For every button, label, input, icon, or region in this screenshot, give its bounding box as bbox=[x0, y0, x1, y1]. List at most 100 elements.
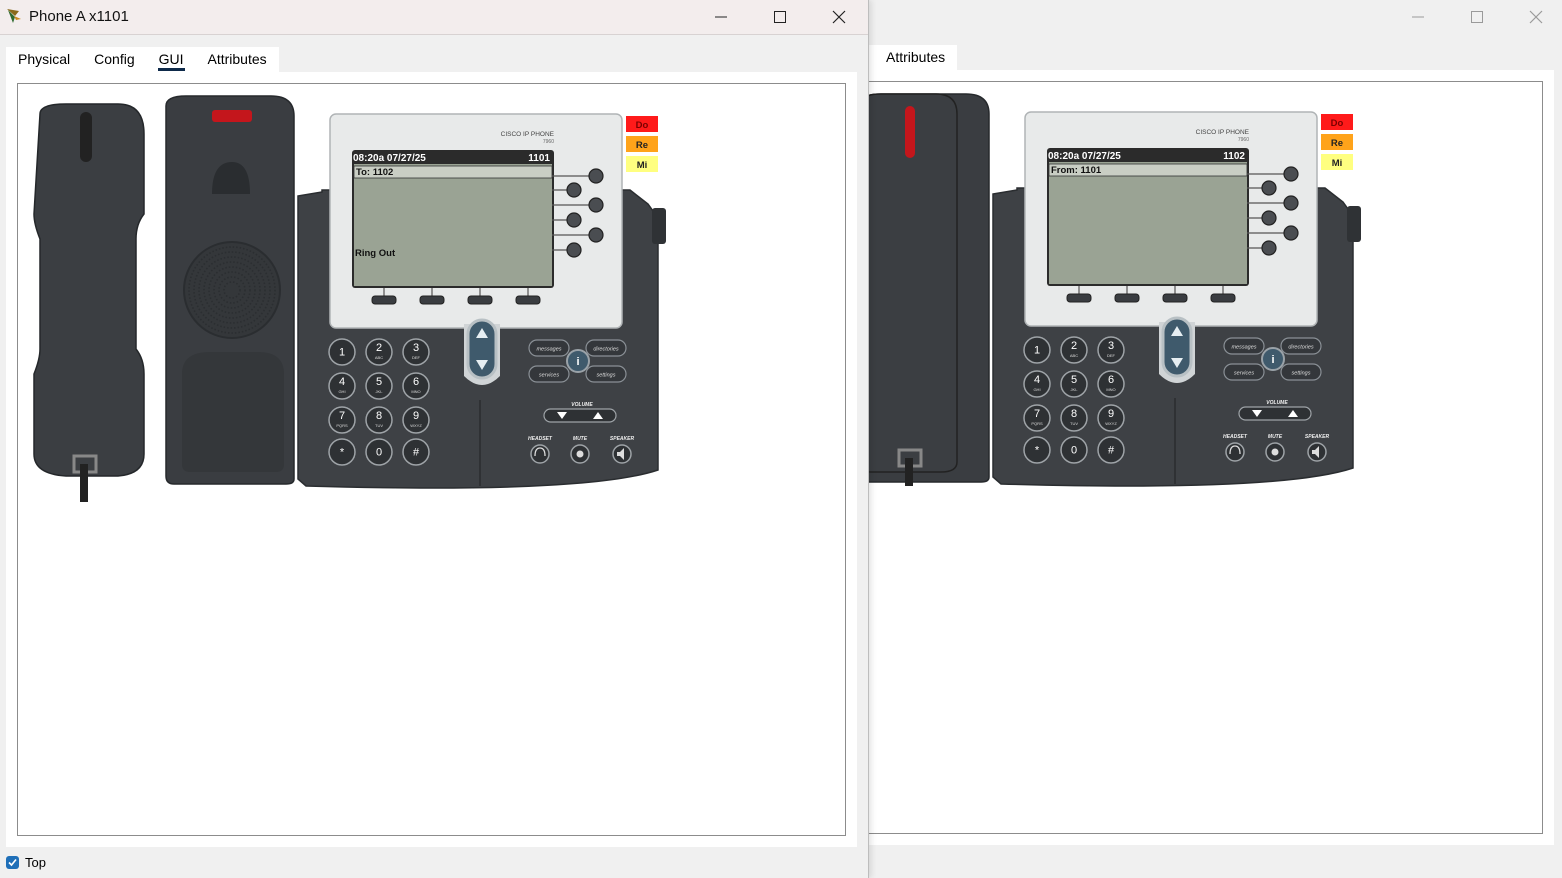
lcd-line1: From: 1101 bbox=[1051, 165, 1102, 176]
keypad-digit: 2 bbox=[1071, 340, 1077, 352]
handset[interactable] bbox=[33, 103, 145, 502]
softkey-4[interactable] bbox=[1210, 293, 1236, 303]
keypad-digit: 4 bbox=[1034, 374, 1040, 386]
volume-rocker[interactable] bbox=[543, 408, 617, 423]
keypad-letters: DEF bbox=[412, 355, 421, 360]
minimize-button[interactable] bbox=[698, 0, 744, 33]
keypad-digit: * bbox=[1035, 445, 1040, 457]
line-button-5[interactable] bbox=[1283, 225, 1299, 241]
services-label: services bbox=[1234, 371, 1254, 377]
keypad-letters: GHI bbox=[338, 389, 345, 394]
lcd-screen bbox=[354, 164, 552, 286]
services-label: services bbox=[539, 373, 559, 379]
softkey-3[interactable] bbox=[467, 295, 493, 305]
lcd-time-date: 08:20a 07/27/25 bbox=[353, 153, 426, 164]
line-button-4[interactable] bbox=[1261, 210, 1277, 226]
keypad-letters: MNO bbox=[1106, 387, 1115, 392]
lcd-extension: 1101 bbox=[528, 153, 550, 164]
keypad-digit: # bbox=[413, 447, 420, 459]
ip-phone-7960: CISCO IP PHONE 7960 08:20a 07/27/25 1101 To:… bbox=[26, 94, 666, 504]
keypad-letters: PQRS bbox=[336, 423, 348, 428]
line-button-1[interactable] bbox=[588, 168, 604, 184]
title-bar: Phone A x1101 bbox=[0, 0, 868, 35]
line-button-1[interactable] bbox=[1283, 166, 1299, 182]
tab-config[interactable]: Config bbox=[82, 47, 147, 72]
keypad-digit: 5 bbox=[376, 376, 382, 388]
lcd-call-status: Ring Out bbox=[355, 248, 396, 259]
keypad-digit: 4 bbox=[339, 376, 345, 388]
tab-gui[interactable]: GUI bbox=[146, 47, 196, 72]
dnd-button-label: Do bbox=[1331, 118, 1344, 129]
maximize-button[interactable] bbox=[1454, 0, 1500, 33]
keypad-digit: 1 bbox=[1034, 345, 1040, 357]
close-icon bbox=[1529, 10, 1543, 23]
settings-label: settings bbox=[1292, 371, 1311, 377]
keypad-letters: ABC bbox=[375, 355, 383, 360]
maximize-icon bbox=[774, 10, 786, 23]
top-checkbox[interactable] bbox=[6, 856, 19, 869]
line-button-3[interactable] bbox=[588, 197, 604, 213]
missed-button-label: Mi bbox=[1332, 158, 1343, 169]
phone-b-window: Attributes CISCO IP PHONE 7960 08:20a 07/2… bbox=[868, 0, 1562, 878]
tab-attributes[interactable]: Attributes bbox=[874, 45, 958, 70]
line-button-6[interactable] bbox=[1261, 240, 1277, 256]
softkey-2[interactable] bbox=[419, 295, 445, 305]
messages-label: messages bbox=[536, 347, 561, 353]
keypad-digit: # bbox=[1108, 445, 1115, 457]
line-button-2[interactable] bbox=[1261, 180, 1277, 196]
phone-gui-canvas: CISCO IP PHONE 7960 08:20a 07/27/25 1101 To:… bbox=[17, 83, 846, 836]
close-button[interactable] bbox=[816, 0, 862, 33]
app-icon bbox=[7, 9, 21, 23]
keypad-letters: JKL bbox=[376, 389, 384, 394]
line-button-6[interactable] bbox=[566, 242, 582, 258]
keypad-digit: 2 bbox=[376, 342, 382, 354]
keypad-digit: 1 bbox=[339, 347, 345, 359]
maximize-icon bbox=[1471, 10, 1483, 23]
top-checkbox-row: Top bbox=[6, 855, 46, 870]
lcd-screen bbox=[1049, 162, 1247, 284]
checkmark-icon bbox=[8, 858, 17, 867]
mute-label: MUTE bbox=[573, 436, 588, 442]
dnd-button-label: Do bbox=[636, 120, 649, 131]
keypad-letters: TUV bbox=[1070, 421, 1078, 426]
line-button-2[interactable] bbox=[566, 182, 582, 198]
line-button-3[interactable] bbox=[1283, 195, 1299, 211]
close-icon bbox=[832, 10, 846, 23]
softkey-1[interactable] bbox=[371, 295, 397, 305]
keypad-digit: 3 bbox=[1108, 340, 1114, 352]
close-button[interactable] bbox=[1513, 0, 1559, 33]
directories-label: directories bbox=[593, 347, 619, 353]
volume-rocker[interactable] bbox=[1238, 406, 1312, 421]
mouthpiece-rest bbox=[182, 352, 284, 472]
keypad-digit: 9 bbox=[413, 410, 419, 422]
title-bar bbox=[868, 0, 1562, 35]
softkey-2[interactable] bbox=[1114, 293, 1140, 303]
line-button-4[interactable] bbox=[566, 212, 582, 228]
keypad-digit: 0 bbox=[376, 447, 382, 459]
settings-label: settings bbox=[597, 373, 616, 379]
softkey-1[interactable] bbox=[1066, 293, 1092, 303]
mute-icon bbox=[1271, 448, 1279, 456]
phone-graphic: CISCO IP PHONE796008:20a 07/27/25 1102Fro… bbox=[868, 93, 1361, 487]
keypad-digit: 0 bbox=[1071, 445, 1077, 457]
minimize-button[interactable] bbox=[1395, 0, 1441, 33]
keypad-digit: 8 bbox=[1071, 408, 1077, 420]
keypad-digit: 8 bbox=[376, 410, 382, 422]
side-tab bbox=[1347, 206, 1361, 242]
volume-label: VOLUME bbox=[1266, 400, 1288, 406]
tab-attributes[interactable]: Attributes bbox=[195, 47, 279, 72]
softkey-4[interactable] bbox=[515, 295, 541, 305]
keypad-digit: 7 bbox=[1034, 408, 1040, 420]
minimize-icon bbox=[1412, 16, 1424, 17]
phone-gui-canvas: CISCO IP PHONE 7960 08:20a 07/27/25 1102 Fro… bbox=[868, 81, 1543, 834]
line-button-5[interactable] bbox=[588, 227, 604, 243]
keypad-digit: 6 bbox=[1108, 374, 1114, 386]
maximize-button[interactable] bbox=[757, 0, 803, 33]
tab-physical[interactable]: Physical bbox=[6, 47, 83, 72]
keypad-digit: 9 bbox=[1108, 408, 1114, 420]
headset-label: HEADSET bbox=[1223, 434, 1248, 440]
handset-cord bbox=[905, 458, 913, 486]
brand-label: CISCO IP PHONE bbox=[501, 131, 555, 138]
redial-button-label: Re bbox=[636, 140, 648, 151]
softkey-3[interactable] bbox=[1162, 293, 1188, 303]
